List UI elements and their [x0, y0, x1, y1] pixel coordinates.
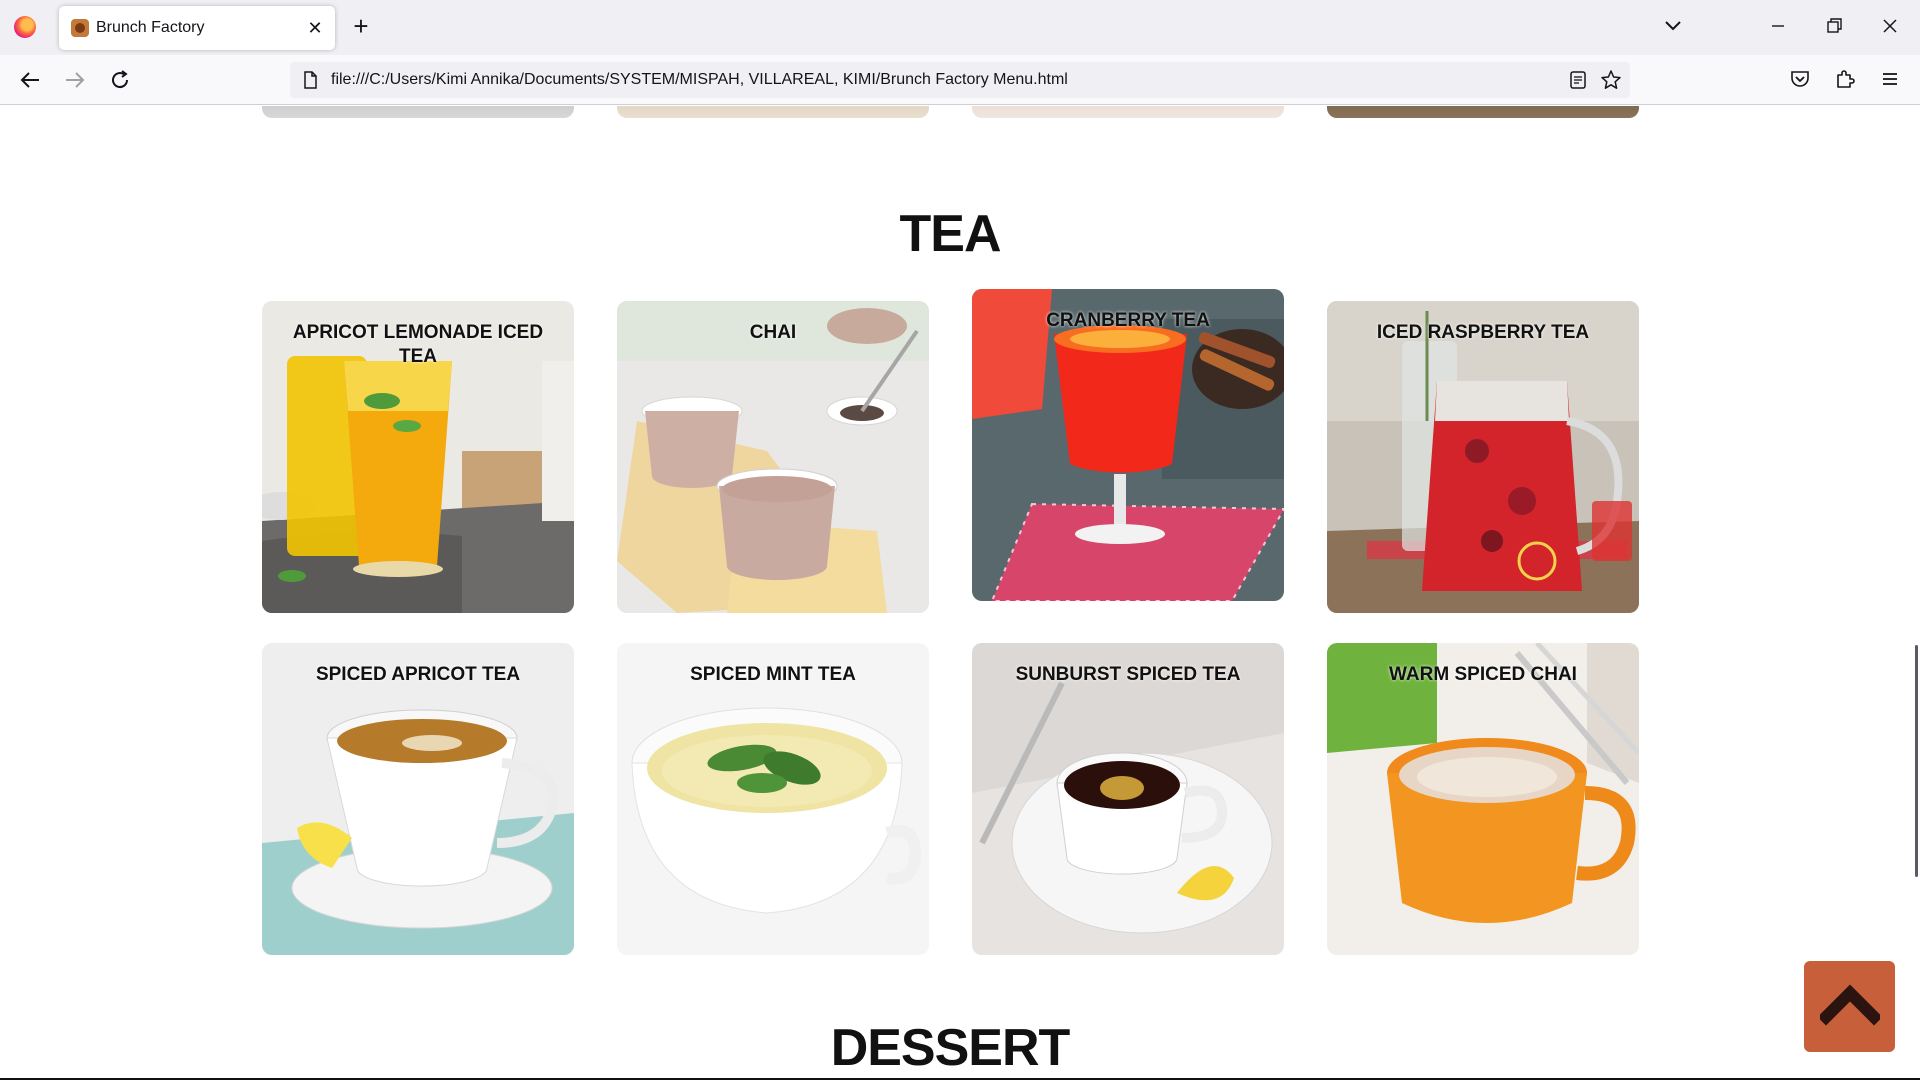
page-scrollbar-track[interactable]: [1912, 106, 1920, 1080]
url-bar[interactable]: file:///C:/Users/Kimi Annika/Documents/S…: [290, 62, 1630, 98]
pocket-icon[interactable]: [1788, 67, 1812, 91]
warm-spiced-chai-image: [1327, 643, 1639, 955]
minimize-icon[interactable]: [1760, 10, 1796, 42]
tea-item-name: APRICOT LEMONADE ICED TEA: [292, 322, 544, 367]
page-icon: [300, 70, 320, 90]
tea-item-name: CHAI: [749, 322, 797, 343]
reader-view-icon[interactable]: [1567, 69, 1589, 91]
tab-bar: Brunch Factory ✕ +: [0, 0, 1920, 55]
tea-section-title: TEA: [899, 205, 1002, 263]
tea-item-name: SUNBURST SPICED TEA: [1015, 664, 1241, 685]
tea-item-name: ICED RASPBERRY TEA: [1376, 322, 1590, 343]
back-icon[interactable]: [17, 67, 43, 93]
restore-icon[interactable]: [1816, 10, 1852, 42]
tea-card-iced-raspberry-tea[interactable]: ICED RASPBERRY TEA: [1327, 301, 1639, 613]
new-tab-button[interactable]: +: [349, 11, 373, 41]
tea-card-cranberry-tea[interactable]: CRANBERRY TEA: [972, 289, 1284, 601]
navigation-bar: file:///C:/Users/Kimi Annika/Documents/S…: [0, 55, 1920, 105]
tea-card-chai[interactable]: CHAI: [617, 301, 929, 613]
previous-item-image[interactable]: [1327, 106, 1639, 118]
cranberry-tea-image: [972, 289, 1284, 601]
spiced-mint-tea-image: [617, 643, 929, 955]
page-viewport: TEA APRICOT LEMONADE ICED TEA CHAI CRANB…: [0, 106, 1920, 1080]
close-icon[interactable]: [1872, 10, 1908, 42]
scroll-to-top-button[interactable]: [1804, 961, 1895, 1052]
bookmark-star-icon[interactable]: [1600, 69, 1622, 91]
spiced-apricot-tea-image: [262, 643, 574, 955]
extensions-icon[interactable]: [1833, 67, 1857, 91]
tea-item-name: CRANBERRY TEA: [1046, 310, 1210, 331]
tab-title: Brunch Factory: [96, 19, 205, 36]
dessert-section-title: DESSERT: [830, 1019, 1071, 1077]
tab-brunch-factory[interactable]: Brunch Factory ✕: [59, 6, 335, 50]
chevron-up-icon: [1820, 984, 1880, 1026]
tea-item-name: SPICED APRICOT TEA: [315, 664, 521, 685]
page-scrollbar-thumb[interactable]: [1915, 645, 1918, 877]
sunburst-spiced-tea-image: [972, 643, 1284, 955]
reload-icon[interactable]: [107, 67, 133, 93]
tea-item-name: WARM SPICED CHAI: [1389, 664, 1577, 685]
tea-card-sunburst-spiced-tea[interactable]: SUNBURST SPICED TEA: [972, 643, 1284, 955]
tea-card-spiced-mint-tea[interactable]: SPICED MINT TEA: [617, 643, 929, 955]
previous-item-image[interactable]: [972, 106, 1284, 118]
forward-icon[interactable]: [62, 67, 88, 93]
url-text[interactable]: file:///C:/Users/Kimi Annika/Documents/S…: [331, 71, 1068, 89]
previous-item-image[interactable]: [617, 106, 929, 118]
chai-image: [617, 301, 929, 613]
tea-card-apricot-lemonade-iced-tea[interactable]: APRICOT LEMONADE ICED TEA: [262, 301, 574, 613]
tab-favicon-icon: [71, 19, 89, 37]
tab-close-button[interactable]: ✕: [304, 17, 326, 39]
previous-item-image[interactable]: [262, 106, 574, 118]
tea-card-warm-spiced-chai[interactable]: WARM SPICED CHAI: [1327, 643, 1639, 955]
list-tabs-icon[interactable]: [1660, 12, 1686, 38]
firefox-icon[interactable]: [14, 16, 36, 38]
tea-item-name: SPICED MINT TEA: [690, 664, 856, 685]
iced-raspberry-tea-image: [1327, 301, 1639, 613]
tea-card-spiced-apricot-tea[interactable]: SPICED APRICOT TEA: [262, 643, 574, 955]
menu-icon[interactable]: [1878, 67, 1902, 91]
